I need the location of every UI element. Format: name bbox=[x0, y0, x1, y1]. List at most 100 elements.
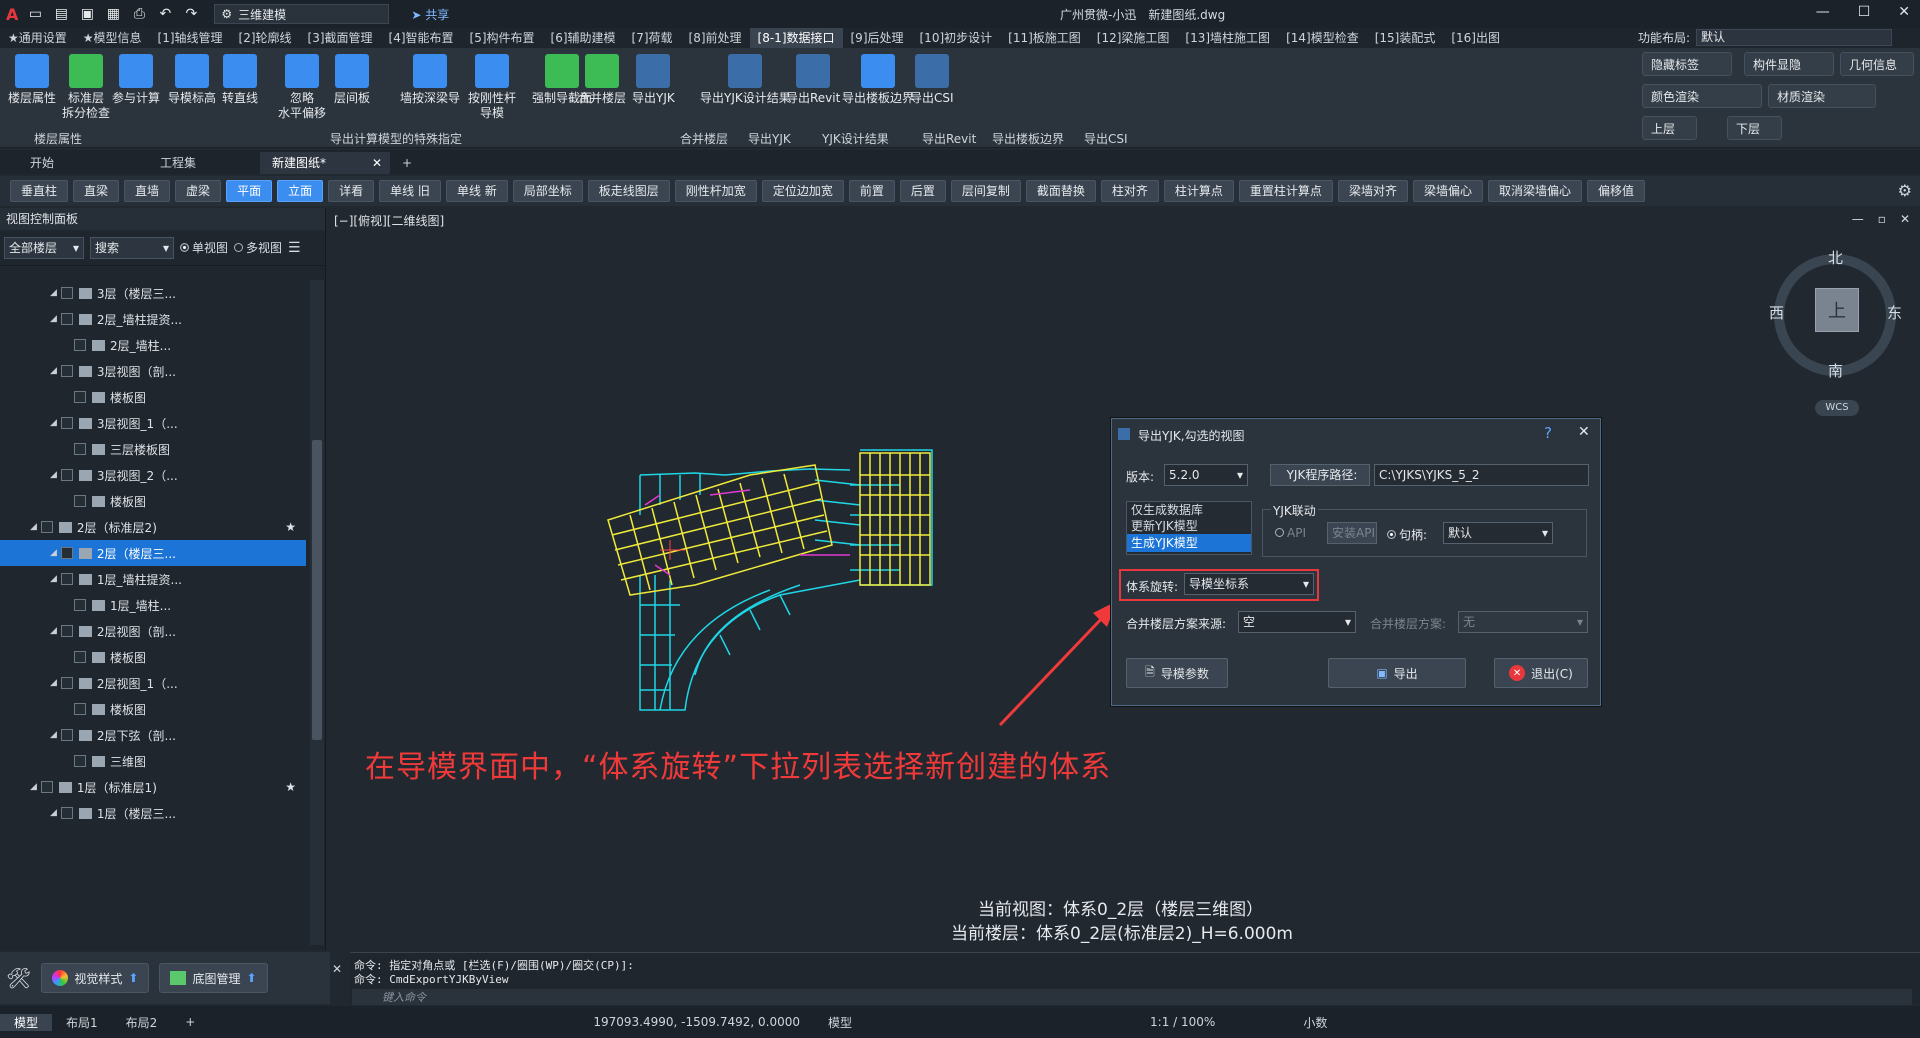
tool-button-15[interactable]: 层间复制 bbox=[950, 180, 1021, 202]
expand-icon[interactable]: ◢ bbox=[50, 470, 57, 480]
menu-tab-13[interactable]: [11]板施工图 bbox=[1000, 28, 1089, 48]
ribbon-right-button-1[interactable]: 构件显隐 bbox=[1744, 52, 1834, 76]
tool-button-9[interactable]: 局部坐标 bbox=[512, 180, 583, 202]
tab-layout1[interactable]: 布局1 bbox=[52, 1014, 112, 1031]
install-api-button[interactable]: 安装API bbox=[1327, 522, 1377, 544]
model-space-toggle[interactable]: 模型 bbox=[814, 1014, 866, 1031]
tool-button-23[interactable]: 偏移值 bbox=[1586, 180, 1645, 202]
open-folder-icon[interactable]: ▤ bbox=[52, 6, 70, 22]
ribbon-button-12[interactable]: 导出YJK设计结果 bbox=[700, 54, 791, 106]
ribbon-button-2[interactable]: 参与计算 bbox=[112, 54, 160, 106]
tool-button-10[interactable]: 板走线图层 bbox=[587, 180, 670, 202]
tree-item[interactable]: 三层楼板图 bbox=[0, 436, 306, 462]
star-icon[interactable]: ★ bbox=[285, 780, 296, 794]
tree-item[interactable]: 楼板图 bbox=[0, 488, 306, 514]
tree-scrollbar[interactable] bbox=[310, 280, 324, 945]
yjk-path-input[interactable]: C:\YJKS\YJKS_5_2 bbox=[1374, 464, 1589, 486]
ribbon-right-button-4[interactable]: 材质渲染 bbox=[1768, 84, 1876, 108]
menu-tab-15[interactable]: [13]墙柱施工图 bbox=[1177, 28, 1278, 48]
add-layout-button[interactable]: + bbox=[171, 1015, 209, 1029]
tree-item[interactable]: ◢ 2层（楼层三... bbox=[0, 540, 306, 566]
export-button[interactable]: ▣ 导出 bbox=[1328, 658, 1466, 688]
ribbon-button-1[interactable]: 标准层 拆分检查 bbox=[62, 54, 110, 121]
tree-item[interactable]: ◢ 2层视图（剖... bbox=[0, 618, 306, 644]
tree-item[interactable]: ◢ 2层_墙柱提资... bbox=[0, 306, 306, 332]
share-button[interactable]: ➤ 共享 bbox=[411, 6, 449, 23]
tool-button-8[interactable]: 单线 新 bbox=[445, 180, 508, 202]
tool-button-16[interactable]: 截面替换 bbox=[1025, 180, 1096, 202]
tab-start[interactable]: 开始 bbox=[0, 152, 120, 174]
tool-button-0[interactable]: 垂直柱 bbox=[10, 180, 69, 202]
tab-project-set[interactable]: 工程集 bbox=[120, 152, 260, 174]
multi-view-radio[interactable]: 多视图 bbox=[234, 239, 282, 256]
units-display[interactable]: 小数 bbox=[1289, 1014, 1341, 1031]
tab-new-drawing[interactable]: 新建图纸* ✕ bbox=[260, 152, 390, 174]
ribbon-button-13[interactable]: 导出Revit bbox=[786, 54, 840, 106]
expand-icon[interactable]: ◢ bbox=[50, 678, 57, 688]
tree-checkbox[interactable] bbox=[74, 599, 86, 611]
tool-button-20[interactable]: 梁墙对齐 bbox=[1337, 180, 1408, 202]
tool-button-1[interactable]: 直梁 bbox=[73, 180, 120, 202]
tree-checkbox[interactable] bbox=[60, 625, 73, 637]
settings-gear-icon[interactable]: ⚙ bbox=[1898, 181, 1912, 200]
ribbon-button-5[interactable]: 忽略 水平偏移 bbox=[278, 54, 326, 121]
tree-item[interactable]: ◢ 1层（楼层三... bbox=[0, 800, 306, 826]
tree-checkbox[interactable] bbox=[60, 807, 73, 819]
menu-tab-11[interactable]: [9]后处理 bbox=[843, 28, 912, 48]
tree-item[interactable]: ◢ 1层（标准层1) ★ bbox=[0, 774, 306, 800]
tree-item[interactable]: ◢ 3层视图（剖... bbox=[0, 358, 306, 384]
tree-checkbox[interactable] bbox=[74, 443, 86, 455]
ribbon-right-button-5[interactable]: 上层 bbox=[1642, 116, 1697, 140]
expand-icon[interactable]: ◢ bbox=[30, 782, 37, 792]
ribbon-button-6[interactable]: 层间板 bbox=[334, 54, 370, 106]
tool-button-7[interactable]: 单线 旧 bbox=[379, 180, 441, 202]
ribbon-button-4[interactable]: 转直线 bbox=[222, 54, 258, 106]
merge-plan-select[interactable]: 无 ▾ bbox=[1458, 611, 1588, 633]
tree-checkbox[interactable] bbox=[60, 573, 73, 585]
menu-tab-7[interactable]: [6]辅助建模 bbox=[543, 28, 624, 48]
compass-south[interactable]: 南 bbox=[1828, 360, 1843, 381]
tree-checkbox[interactable] bbox=[60, 729, 73, 741]
ribbon-right-button-0[interactable]: 隐藏标签 bbox=[1642, 52, 1732, 76]
menu-tab-18[interactable]: [16]出图 bbox=[1443, 28, 1508, 48]
tools-icon[interactable]: 🛠 bbox=[6, 966, 31, 990]
tree-item[interactable]: ◢ 3层（楼层三... bbox=[0, 280, 306, 306]
expand-icon[interactable]: ◢ bbox=[30, 522, 37, 532]
close-cmd-icon[interactable]: ✕ bbox=[332, 962, 342, 976]
compass-west[interactable]: 西 bbox=[1769, 302, 1784, 323]
wcs-button[interactable]: WCS bbox=[1815, 400, 1859, 416]
minimize-icon[interactable]: — bbox=[1816, 4, 1830, 20]
tree-item[interactable]: ◢ 2层（标准层2) ★ bbox=[0, 514, 306, 540]
add-tab-button[interactable]: + bbox=[390, 152, 424, 174]
tree-checkbox[interactable] bbox=[74, 495, 86, 507]
rotation-select[interactable]: 导模坐标系 ▾ bbox=[1184, 573, 1314, 595]
redo-icon[interactable]: ↷ bbox=[182, 6, 200, 22]
tree-item[interactable]: ◢ 3层视图_2（... bbox=[0, 462, 306, 488]
tool-button-6[interactable]: 详看 bbox=[328, 180, 375, 202]
menu-tab-14[interactable]: [12]梁施工图 bbox=[1089, 28, 1178, 48]
ribbon-right-button-6[interactable]: 下层 bbox=[1727, 116, 1782, 140]
tree-checkbox[interactable] bbox=[60, 287, 73, 299]
expand-icon[interactable]: ◢ bbox=[50, 808, 57, 818]
tree-checkbox[interactable] bbox=[60, 313, 73, 325]
menu-tab-4[interactable]: [3]截面管理 bbox=[300, 28, 381, 48]
tree-item[interactable]: 2层_墙柱... bbox=[0, 332, 306, 358]
menu-tab-1[interactable]: ★模型信息 bbox=[75, 28, 150, 48]
tree-item[interactable]: ◢ 2层视图_1（... bbox=[0, 670, 306, 696]
menu-tab-0[interactable]: ★通用设置 bbox=[0, 28, 75, 48]
menu-tab-8[interactable]: [7]荷载 bbox=[624, 28, 681, 48]
ribbon-button-7[interactable]: 墙按深梁导 bbox=[400, 54, 460, 106]
expand-icon[interactable]: ◢ bbox=[50, 548, 57, 558]
menu-tab-17[interactable]: [15]装配式 bbox=[1367, 28, 1444, 48]
tree-checkbox[interactable] bbox=[74, 755, 86, 767]
workspace-select[interactable]: ⚙ 三维建模 bbox=[214, 4, 390, 24]
list-item[interactable]: 更新YJK模型 bbox=[1127, 518, 1251, 534]
undo-icon[interactable]: ↶ bbox=[156, 6, 174, 22]
tool-button-14[interactable]: 后置 bbox=[899, 180, 946, 202]
expand-icon[interactable]: ◢ bbox=[50, 288, 57, 298]
tool-button-12[interactable]: 定位边加宽 bbox=[761, 180, 844, 202]
expand-icon[interactable]: ◢ bbox=[50, 574, 57, 584]
app-logo[interactable]: A bbox=[6, 5, 18, 24]
import-params-button[interactable]: 🗎 导模参数 bbox=[1126, 658, 1228, 688]
expand-icon[interactable]: ◢ bbox=[50, 314, 57, 324]
